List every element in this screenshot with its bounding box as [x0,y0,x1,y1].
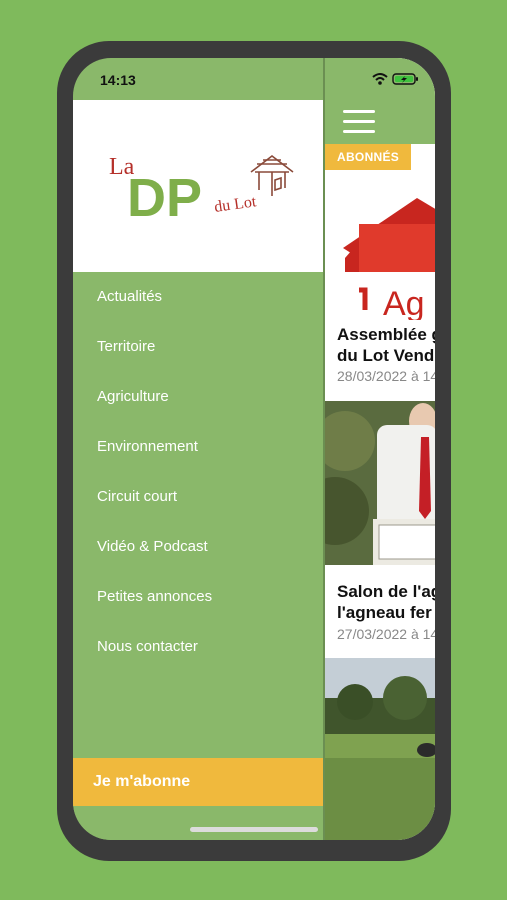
menu-item-environnement[interactable]: Environnement [73,422,323,472]
menu-item-actualites[interactable]: Actualités [73,272,323,322]
hamburger-icon[interactable] [343,110,375,134]
gazebo-logo-icon [250,154,294,196]
article-2-image[interactable] [325,401,435,565]
wifi-icon [372,73,388,85]
menu-item-video-podcast[interactable]: Vidéo & Podcast [73,522,323,572]
article-2-title[interactable]: Salon de l'ag l'agneau fer [337,581,435,623]
article-2-date: 27/03/2022 à 14 [337,626,435,642]
article-3-image[interactable] [325,658,435,840]
divider [325,565,435,577]
status-bar: 14:13 [73,58,435,100]
app-screen: ABONNÉS Ag Assemblée g du Lot Vend 28/03… [73,58,435,840]
status-time: 14:13 [100,72,136,88]
svg-text:du Lot: du Lot [213,193,258,216]
battery-icon [392,73,418,85]
menu-item-circuit-court[interactable]: Circuit court [73,472,323,522]
subscribe-button[interactable]: Je m'abonne [73,758,323,806]
navigation-drawer: La DP du Lot Actualités Territoire Agric… [73,100,323,840]
menu-item-agriculture[interactable]: Agriculture [73,372,323,422]
subscriber-badge: ABONNÉS [325,144,412,170]
menu-item-petites-annonces[interactable]: Petites annonces [73,572,323,622]
svg-text:Ag: Ag [383,285,425,320]
article-1-title[interactable]: Assemblée g du Lot Vend [337,324,435,366]
logo[interactable]: La DP du Lot [73,100,323,272]
article-1-date: 28/03/2022 à 14 [337,368,435,384]
menu-item-nous-contacter[interactable]: Nous contacter [73,622,323,672]
article-feed[interactable]: ABONNÉS Ag Assemblée g du Lot Vend 28/03… [323,58,435,840]
svg-text:DP: DP [127,168,202,228]
status-icons [371,72,419,86]
menu-item-territoire[interactable]: Territoire [73,322,323,372]
drawer-menu: Actualités Territoire Agriculture Enviro… [73,272,323,672]
home-indicator[interactable] [190,827,318,832]
article-1-image[interactable]: Ag [325,170,435,323]
